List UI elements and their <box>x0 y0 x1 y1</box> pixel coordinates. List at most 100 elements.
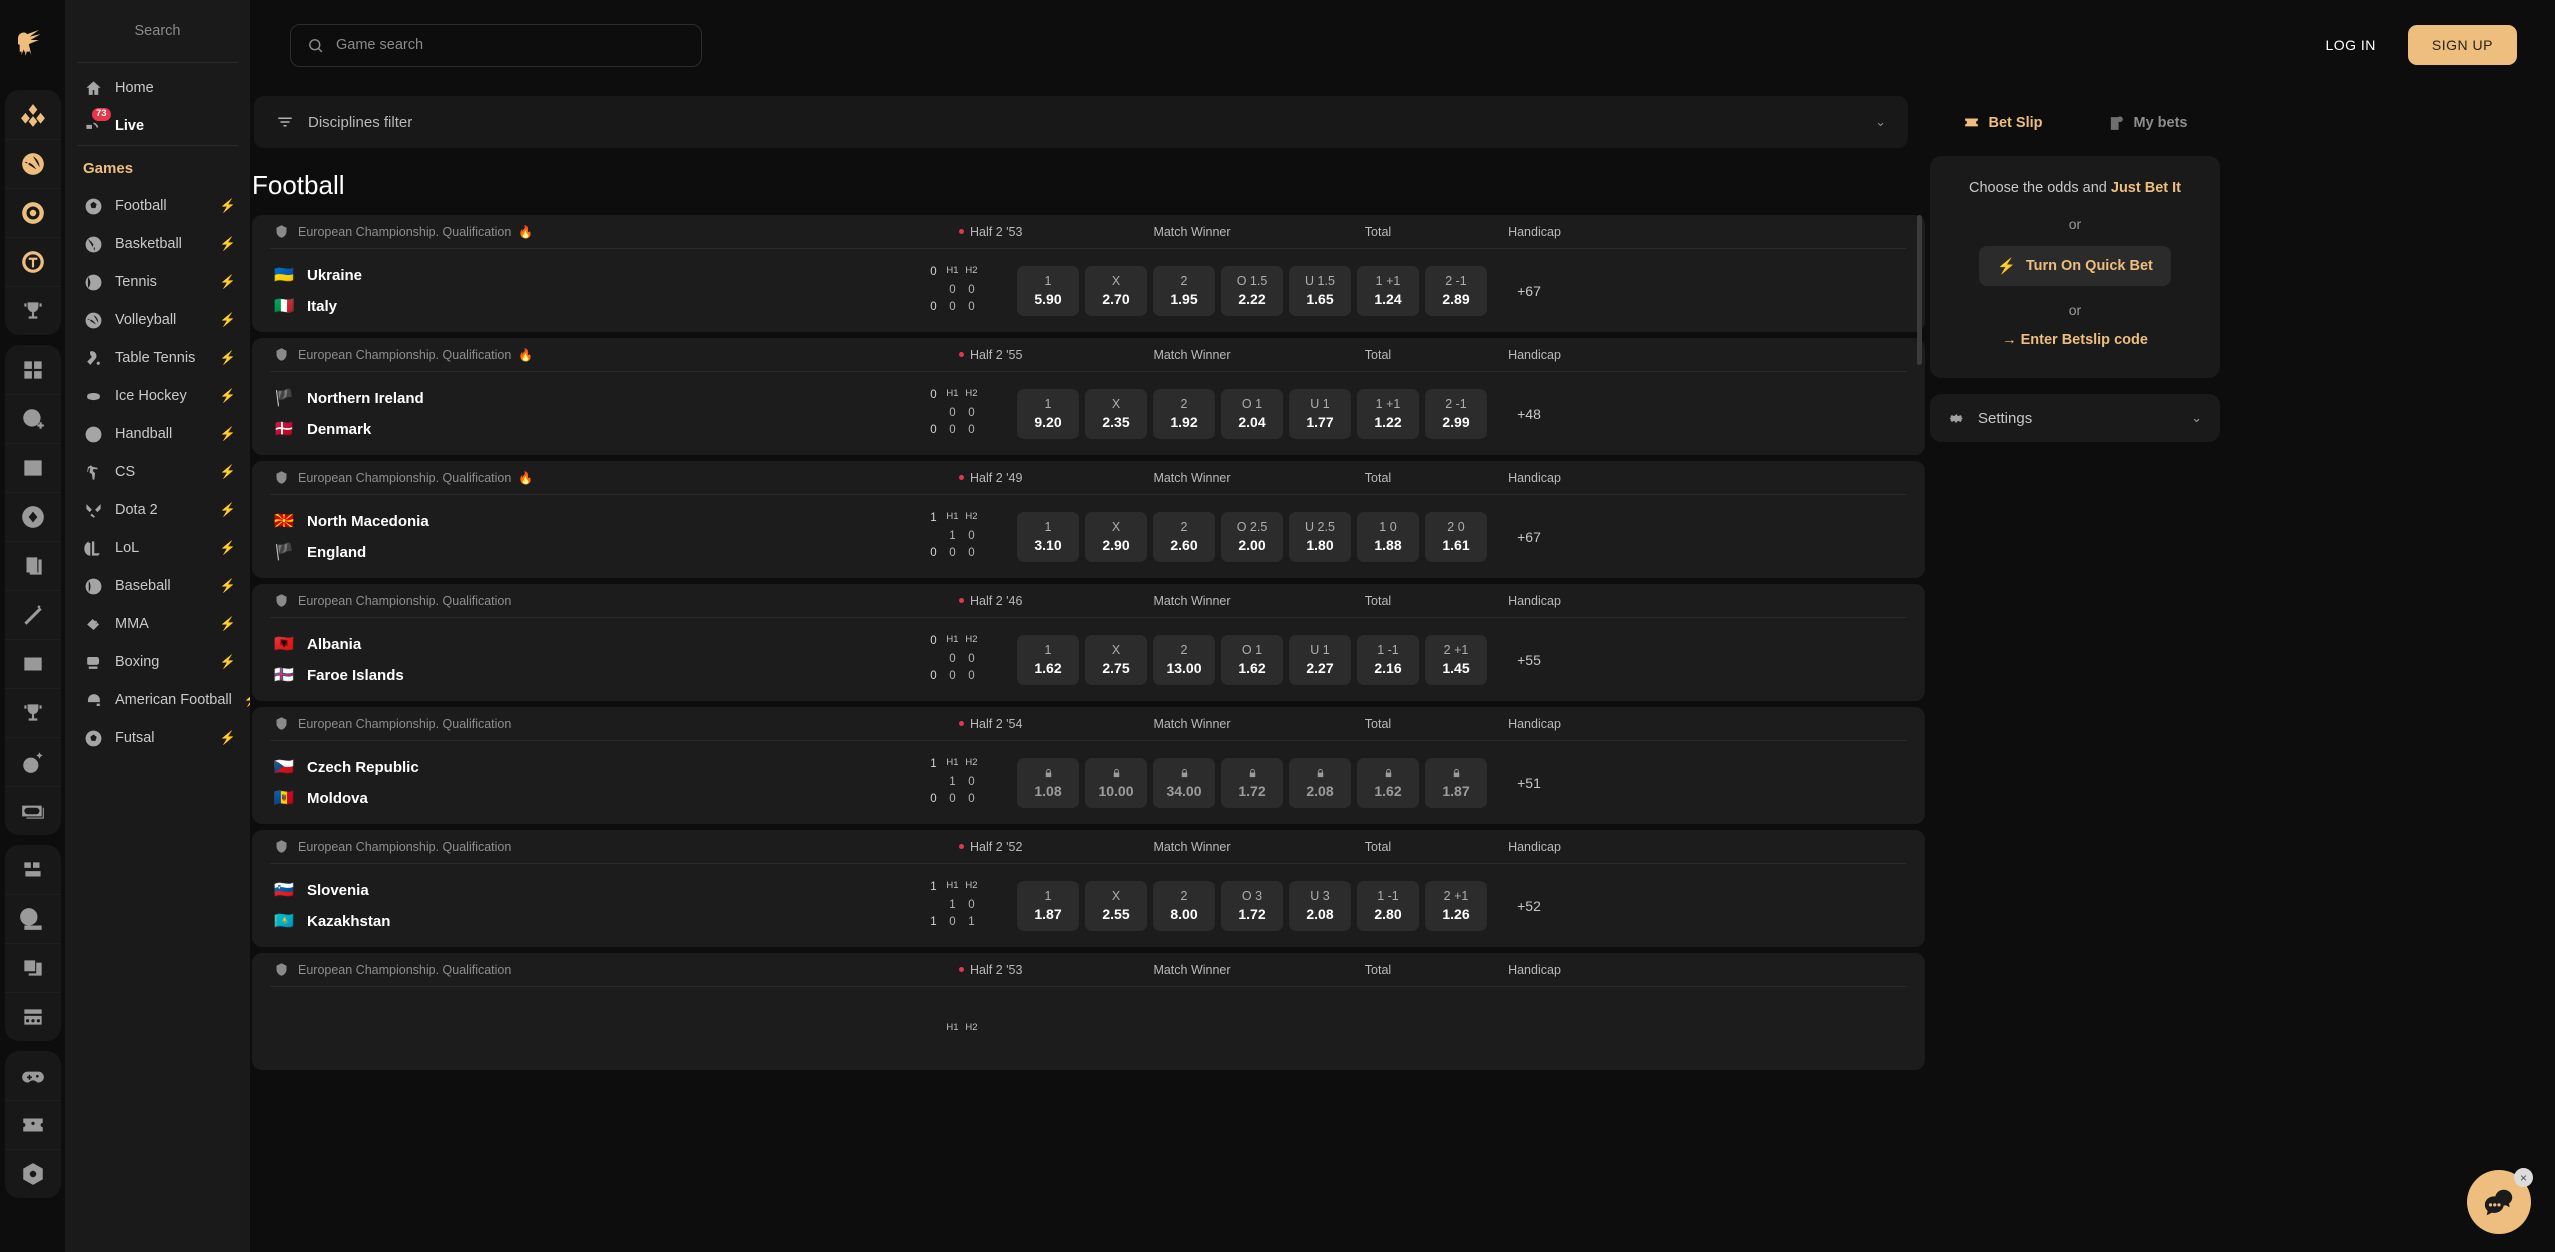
odd-button[interactable]: 1 -1 2.16 <box>1357 634 1419 685</box>
brand-logo[interactable] <box>0 0 65 90</box>
odd-button[interactable]: X 2.70 <box>1085 265 1147 316</box>
odd-button[interactable]: X 2.35 <box>1085 388 1147 439</box>
match-row[interactable]: European Championship. Qualification 🔥 Hal… <box>252 338 1925 455</box>
odd-button[interactable]: 1 1.62 <box>1017 634 1079 685</box>
match-row[interactable]: European Championship. Qualification Half… <box>252 953 1925 1070</box>
login-button[interactable]: LOG IN <box>2311 29 2389 61</box>
sidebar-item-mma[interactable]: MMA ⚡ <box>65 605 250 643</box>
sidebar-item-handball[interactable]: Handball ⚡ <box>65 415 250 453</box>
live-roulette-rail-item[interactable] <box>4 894 61 943</box>
more-markets-button[interactable]: +48 <box>1506 406 1552 422</box>
gamepad-rail-item[interactable] <box>5 1051 61 1100</box>
odd-button[interactable]: 1 9.20 <box>1017 388 1079 439</box>
sidebar-search[interactable]: Search <box>65 0 250 62</box>
signup-button[interactable]: SIGN UP <box>2407 25 2517 65</box>
turn-on-quick-bet-button[interactable]: ⚡ Turn On Quick Bet <box>1979 246 2171 286</box>
odd-button[interactable]: 1.08 <box>1017 757 1079 808</box>
odd-button[interactable]: 34.00 <box>1153 757 1215 808</box>
sidebar-item-live[interactable]: 73 Live <box>65 107 250 145</box>
sidebar-item-football[interactable]: Football ⚡ <box>65 187 250 225</box>
disciplines-filter[interactable]: Disciplines filter ⌄ <box>254 96 1908 148</box>
slot-machine-rail-item[interactable] <box>4 443 61 492</box>
odd-button[interactable]: X 2.55 <box>1085 880 1147 931</box>
odd-button[interactable]: 1 3.10 <box>1017 511 1079 562</box>
odd-button[interactable]: 2 2.60 <box>1153 511 1215 562</box>
odd-button[interactable]: 1 1.87 <box>1017 880 1079 931</box>
sidebar-item-baseball[interactable]: Baseball ⚡ <box>65 567 250 605</box>
match-row[interactable]: European Championship. Qualification Half… <box>252 707 1925 824</box>
odd-button[interactable]: O 1.5 2.22 <box>1221 265 1283 316</box>
roulette-wheel-rail-item[interactable] <box>4 188 61 237</box>
sidebar-item-basketball[interactable]: Basketball ⚡ <box>65 225 250 263</box>
sidebar-item-table-tennis[interactable]: Table Tennis ⚡ <box>65 339 250 377</box>
promo-badge-rail-item[interactable] <box>4 1149 61 1198</box>
odd-button[interactable]: O 3 1.72 <box>1221 880 1283 931</box>
odd-button[interactable]: 1 +1 1.24 <box>1357 265 1419 316</box>
tab-my-bets[interactable]: My bets <box>2075 115 2220 132</box>
more-markets-button[interactable]: +67 <box>1506 283 1552 299</box>
grid-apps-rail-item[interactable] <box>5 345 61 394</box>
odd-button[interactable]: 2 -1 2.89 <box>1425 265 1487 316</box>
odd-button[interactable]: 1 0 1.88 <box>1357 511 1419 562</box>
chat-close-icon[interactable]: × <box>2514 1168 2533 1187</box>
odd-button[interactable]: 1.62 <box>1357 757 1419 808</box>
bomb-rail-item[interactable] <box>4 737 61 786</box>
odd-button[interactable]: X 2.90 <box>1085 511 1147 562</box>
match-row[interactable]: European Championship. Qualification Half… <box>252 584 1925 701</box>
betslip-settings[interactable]: Settings ⌄ <box>1930 394 2220 442</box>
live-games-rail-item[interactable] <box>5 845 61 894</box>
odd-button[interactable]: U 1 1.77 <box>1289 388 1351 439</box>
odd-button[interactable]: 2 1.95 <box>1153 265 1215 316</box>
live-cards-rail-item[interactable] <box>4 943 61 992</box>
sports-ball-rail-item[interactable] <box>4 139 61 188</box>
sidebar-item-dota-2[interactable]: Dota 2 ⚡ <box>65 491 250 529</box>
odd-button[interactable]: 2 -1 2.99 <box>1425 388 1487 439</box>
cards-rail-item[interactable] <box>4 541 61 590</box>
casino-rail-item[interactable] <box>5 90 61 139</box>
odd-button[interactable]: U 2.5 1.80 <box>1289 511 1351 562</box>
more-markets-button[interactable]: +67 <box>1506 529 1552 545</box>
video-slots-rail-item[interactable] <box>4 639 61 688</box>
match-row[interactable]: European Championship. Qualification 🔥 Hal… <box>252 215 1925 332</box>
roulette-chip-rail-item[interactable] <box>4 492 61 541</box>
odd-button[interactable]: 1 +1 1.22 <box>1357 388 1419 439</box>
odd-button[interactable]: U 1 2.27 <box>1289 634 1351 685</box>
odd-button[interactable]: 2 8.00 <box>1153 880 1215 931</box>
crash-rail-item[interactable] <box>4 590 61 639</box>
tournament-trophy-rail-item[interactable] <box>4 688 61 737</box>
chat-widget-button[interactable]: × <box>2467 1168 2533 1234</box>
cash-rail-item[interactable] <box>4 786 61 835</box>
odd-button[interactable]: 2 +1 1.45 <box>1425 634 1487 685</box>
scrollbar-thumb[interactable] <box>1917 215 1922 365</box>
token-coin-rail-item[interactable] <box>4 237 61 286</box>
sidebar-item-futsal[interactable]: Futsal ⚡ <box>65 719 250 757</box>
odd-button[interactable]: U 1.5 1.65 <box>1289 265 1351 316</box>
sidebar-item-tennis[interactable]: Tennis ⚡ <box>65 263 250 301</box>
sidebar-item-boxing[interactable]: Boxing ⚡ <box>65 643 250 681</box>
sidebar-item-american-football[interactable]: American Football⚡ <box>65 681 250 719</box>
sidebar-item-cs[interactable]: CS ⚡ <box>65 453 250 491</box>
poker-chip-plus-rail-item[interactable] <box>4 394 61 443</box>
odd-button[interactable]: 1.72 <box>1221 757 1283 808</box>
odd-button[interactable]: O 1 1.62 <box>1221 634 1283 685</box>
bonus-ticket-rail-item[interactable] <box>4 1100 61 1149</box>
enter-betslip-code-link[interactable]: → Enter Betslip code <box>1948 332 2202 348</box>
more-markets-button[interactable]: +55 <box>1506 652 1552 668</box>
odd-button[interactable]: 10.00 <box>1085 757 1147 808</box>
odd-button[interactable]: 2 1.92 <box>1153 388 1215 439</box>
odd-button[interactable]: X 2.75 <box>1085 634 1147 685</box>
odd-button[interactable]: 1 5.90 <box>1017 265 1079 316</box>
odd-button[interactable]: 1 -1 2.80 <box>1357 880 1419 931</box>
odd-button[interactable]: O 1 2.04 <box>1221 388 1283 439</box>
match-row[interactable]: European Championship. Qualification 🔥 Hal… <box>252 461 1925 578</box>
odd-button[interactable]: 2 +1 1.26 <box>1425 880 1487 931</box>
odd-button[interactable]: U 3 2.08 <box>1289 880 1351 931</box>
live-dice-rail-item[interactable] <box>4 992 61 1041</box>
sidebar-item-home[interactable]: Home <box>65 69 250 107</box>
more-markets-button[interactable]: +51 <box>1506 775 1552 791</box>
odd-button[interactable]: 2 0 1.61 <box>1425 511 1487 562</box>
game-search-input[interactable]: Game search <box>290 23 702 67</box>
odd-button[interactable]: O 2.5 2.00 <box>1221 511 1283 562</box>
tab-bet-slip[interactable]: Bet Slip <box>1930 115 2075 132</box>
sidebar-item-ice-hockey[interactable]: Ice Hockey ⚡ <box>65 377 250 415</box>
